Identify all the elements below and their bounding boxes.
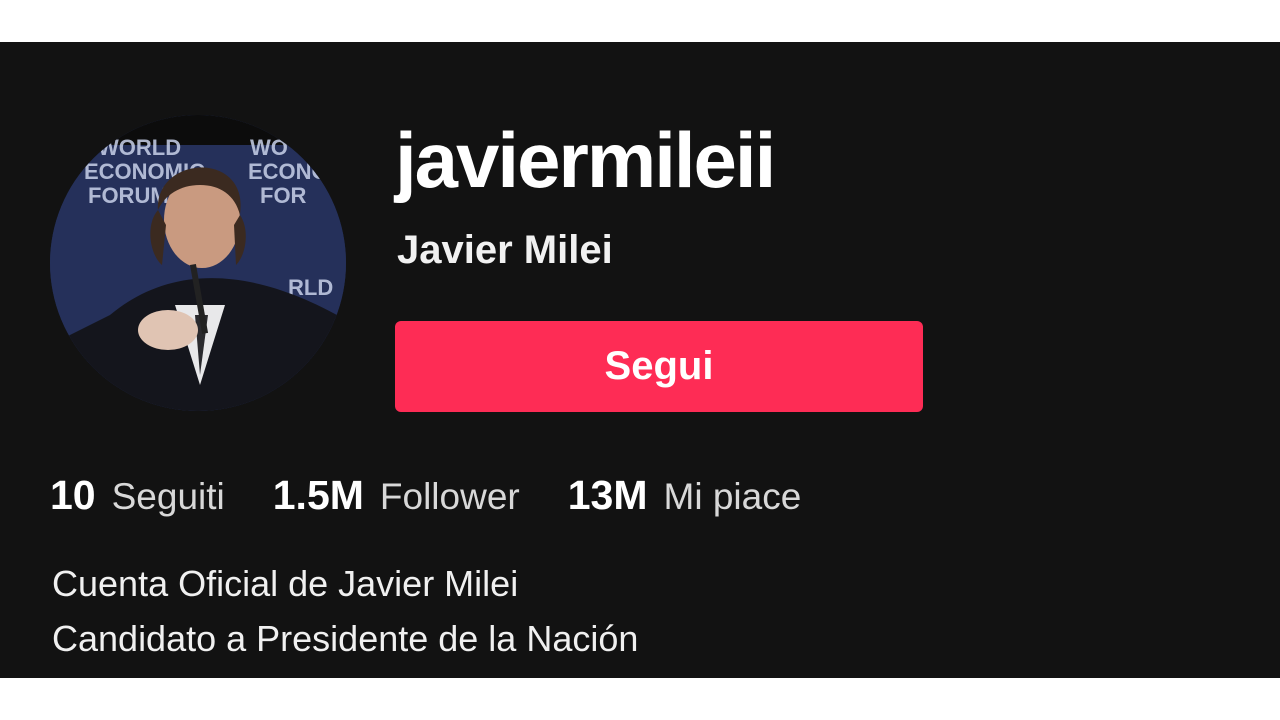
stat-following[interactable]: 10 Seguiti	[50, 472, 225, 519]
profile-stats: 10 Seguiti 1.5M Follower 13M Mi piace	[50, 472, 849, 524]
avatar-photo: WORLD ECONOMIC FORUM WO ECONO FOR RLD	[50, 115, 346, 411]
follow-button[interactable]: Segui	[395, 321, 923, 412]
following-count: 10	[50, 472, 96, 518]
profile-header: WORLD ECONOMIC FORUM WO ECONO FOR RLD ja…	[0, 42, 1280, 678]
svg-text:FOR: FOR	[260, 183, 307, 208]
svg-text:FORUM: FORUM	[88, 183, 169, 208]
svg-text:ECONO: ECONO	[248, 159, 329, 184]
display-name: Javier Milei	[397, 228, 613, 272]
following-label: Seguiti	[111, 476, 225, 517]
avatar[interactable]: WORLD ECONOMIC FORUM WO ECONO FOR RLD	[50, 115, 346, 411]
bio-line: Candidato a Presidente de la Nación	[52, 618, 639, 659]
svg-text:WO: WO	[250, 135, 288, 160]
likes-count: 13M	[567, 472, 648, 518]
stat-likes: 13M Mi piace	[568, 472, 802, 519]
likes-label: Mi piace	[663, 476, 802, 517]
username: javiermileii	[395, 116, 776, 204]
bio-line: Cuenta Oficial de Javier Milei	[52, 563, 519, 604]
followers-count: 1.5M	[272, 472, 364, 518]
stat-followers[interactable]: 1.5M Follower	[273, 472, 520, 519]
svg-text:WORLD: WORLD	[98, 135, 181, 160]
bio: Cuenta Oficial de Javier Milei Candidato…	[52, 556, 638, 666]
followers-label: Follower	[379, 476, 520, 517]
